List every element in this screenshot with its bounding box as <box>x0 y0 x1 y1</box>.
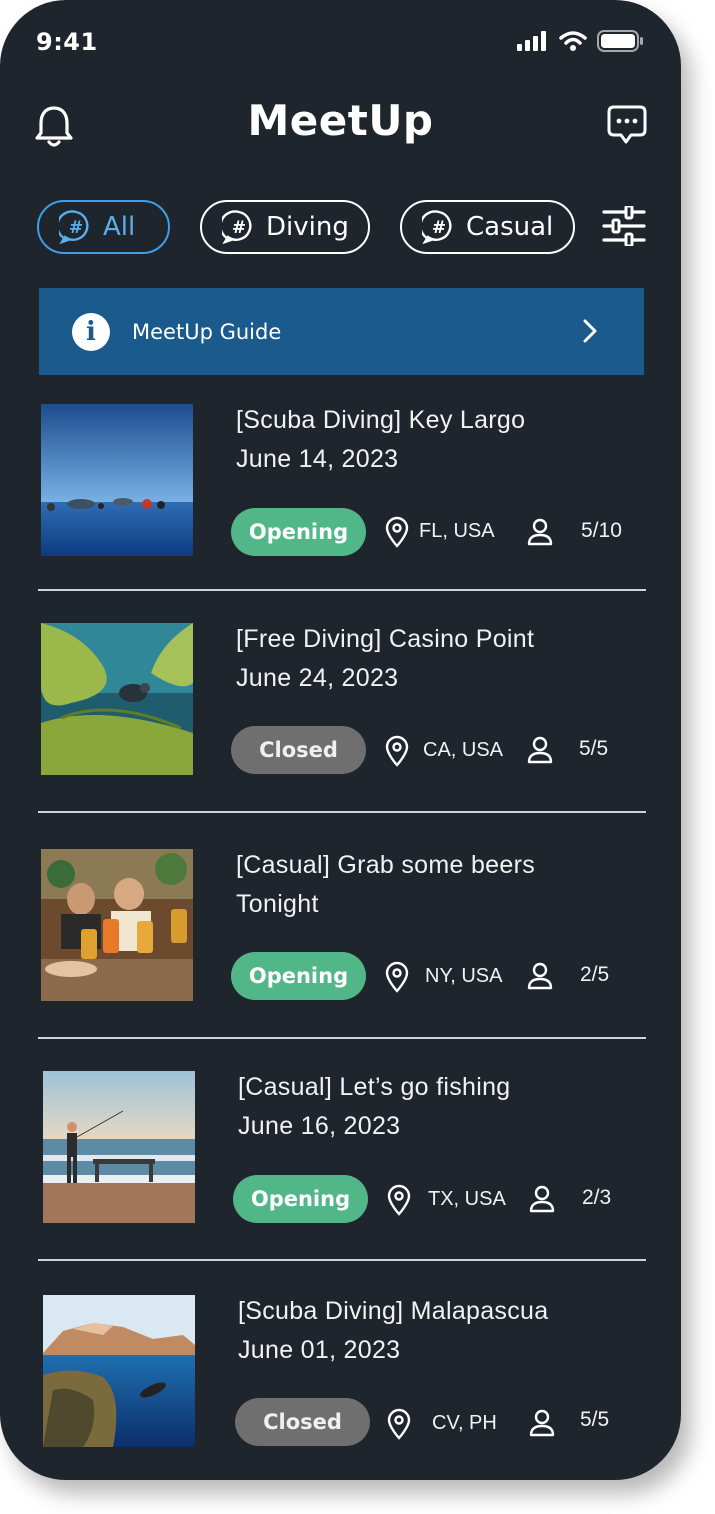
phone-screen: 9:41 MeetUp # All # Diving # Casual i Me… <box>0 0 681 1480</box>
meetup-title: [Casual] Let’s go fishing <box>238 1073 511 1101</box>
meetup-date: June 14, 2023 <box>236 445 399 473</box>
divider <box>38 1037 646 1039</box>
meetup-date: June 16, 2023 <box>238 1112 401 1140</box>
meetup-location: CA, USA <box>423 739 504 761</box>
attendee-count: 5/5 <box>579 737 609 760</box>
meetup-date: June 01, 2023 <box>238 1336 401 1364</box>
meetup-date: June 24, 2023 <box>236 664 399 692</box>
person-icon <box>527 736 553 764</box>
location-pin-icon <box>387 1408 411 1440</box>
status-badge: Closed <box>231 726 366 774</box>
meetup-location: CV, PH <box>432 1412 497 1434</box>
filter-chip-label: Diving <box>266 212 349 242</box>
meetup-location: FL, USA <box>419 520 495 542</box>
ocean-divers-photo <box>41 404 193 556</box>
guide-label: MeetUp Guide <box>132 319 282 344</box>
wifi-icon <box>559 31 587 51</box>
filter-chip-label: Casual <box>466 212 554 242</box>
meetup-location: NY, USA <box>425 965 503 987</box>
hashtag-icon: # <box>222 210 252 244</box>
location-pin-icon <box>385 516 409 548</box>
pier-fishing-photo <box>43 1071 195 1223</box>
meetup-title: [Free Diving] Casino Point <box>236 625 535 653</box>
attendee-count: 5/5 <box>580 1408 610 1431</box>
meetup-date: Tonight <box>236 890 319 918</box>
status-badge: Closed <box>235 1398 370 1446</box>
filter-chip-diving[interactable]: # Diving <box>200 200 370 254</box>
divider <box>38 589 646 591</box>
beer-toast-photo <box>41 849 193 1001</box>
status-badge: Opening <box>231 952 366 1000</box>
person-icon <box>529 1409 555 1437</box>
status-badge: Opening <box>231 508 366 556</box>
battery-icon <box>597 30 643 52</box>
signal-icon <box>517 31 546 51</box>
status-time: 9:41 <box>36 28 98 56</box>
status-badge: Opening <box>233 1175 368 1223</box>
attendee-count: 2/3 <box>582 1186 612 1209</box>
divider <box>38 811 646 813</box>
status-icons <box>517 30 643 52</box>
sliders-icon[interactable] <box>602 206 646 246</box>
location-pin-icon <box>385 961 409 993</box>
filter-chip-all[interactable]: # All <box>37 200 170 254</box>
chat-icon[interactable] <box>606 104 648 146</box>
attendee-count: 2/5 <box>580 963 610 986</box>
meetup-title: [Casual] Grab some beers <box>236 851 535 879</box>
hashtag-icon: # <box>59 210 89 244</box>
attendee-count: 5/10 <box>581 519 622 542</box>
meetup-title: [Scuba Diving] Malapascua <box>238 1297 549 1325</box>
divider <box>38 1259 646 1261</box>
app-title: MeetUp <box>247 96 434 145</box>
chevron-right-icon <box>583 319 597 343</box>
person-icon <box>529 1185 555 1213</box>
svg-text:#: # <box>232 218 246 238</box>
reef-split-photo <box>43 1295 195 1447</box>
meetup-guide-banner[interactable]: i MeetUp Guide <box>39 288 644 375</box>
person-icon <box>527 518 553 546</box>
filter-chip-casual[interactable]: # Casual <box>400 200 575 254</box>
svg-text:#: # <box>432 218 446 238</box>
location-pin-icon <box>385 735 409 767</box>
svg-text:#: # <box>69 218 83 238</box>
meetup-location: TX, USA <box>428 1188 506 1210</box>
kelp-diver-photo <box>41 623 193 775</box>
meetup-title: [Scuba Diving] Key Largo <box>236 406 526 434</box>
info-icon: i <box>72 312 110 351</box>
location-pin-icon <box>387 1184 411 1216</box>
filter-chip-label: All <box>103 212 136 242</box>
person-icon <box>527 962 553 990</box>
hashtag-icon: # <box>422 210 452 244</box>
